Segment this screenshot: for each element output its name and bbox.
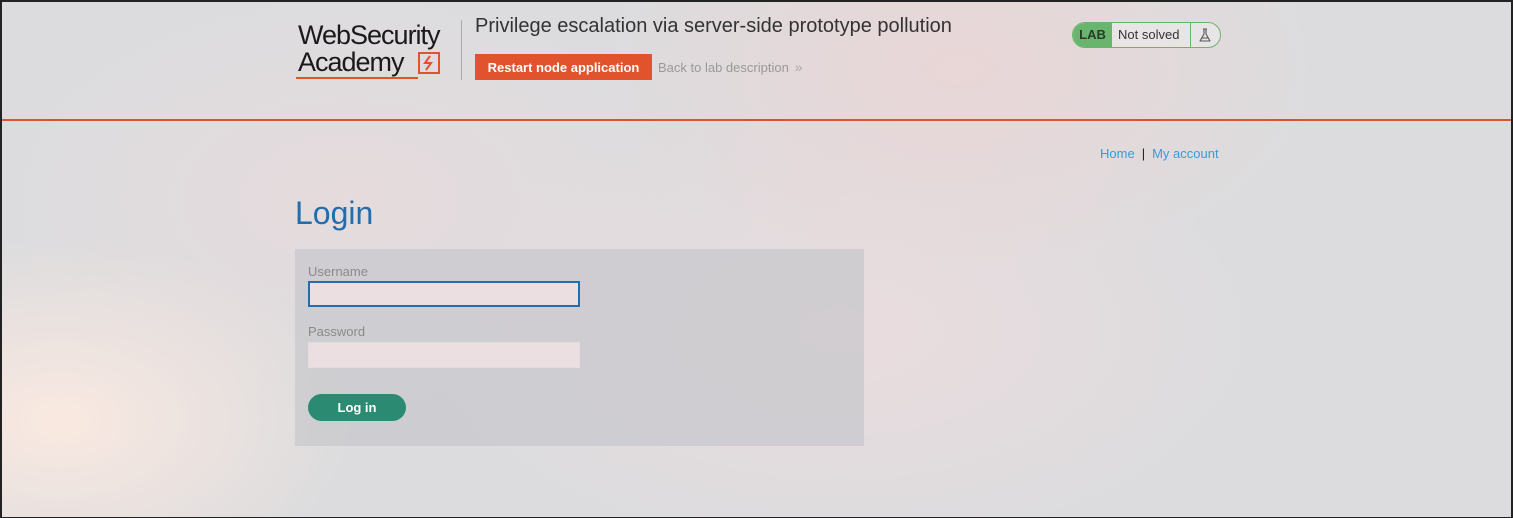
lab-header: WebSecurity Academy Privilege escalation… [2,2,1511,121]
status-separator [1190,23,1191,47]
lab-title: Privilege escalation via server-side pro… [475,15,952,37]
back-to-lab-description-link[interactable]: Back to lab description » [658,59,803,75]
page-title: Login [295,195,374,231]
lab-badge: LAB [1073,23,1112,47]
flask-icon [1197,27,1213,43]
logo-text-line1: WebSecurity [298,20,441,50]
lab-status-widget: LAB Not solved [1072,22,1221,48]
top-navigation: Home | My account [1100,146,1219,161]
logo-underline [296,77,418,79]
back-link-label: Back to lab description [658,60,789,75]
log-in-button[interactable]: Log in [308,394,406,421]
nav-my-account-link[interactable]: My account [1152,146,1218,161]
restart-node-application-button[interactable]: Restart node application [475,54,652,80]
logo-text-line2: Academy [298,47,405,77]
double-chevron-right-icon: » [794,59,803,75]
lab-status-text: Not solved [1118,27,1180,42]
password-input[interactable] [308,342,580,368]
header-divider [461,20,462,80]
login-form: Username Password Log in [295,249,864,446]
username-label: Username [308,264,368,279]
username-input[interactable] [308,281,580,307]
nav-home-link[interactable]: Home [1100,146,1135,161]
lightning-bolt-icon [418,52,440,74]
nav-separator: | [1141,146,1146,161]
web-security-academy-logo[interactable]: WebSecurity Academy [296,18,462,80]
password-label: Password [308,324,366,339]
